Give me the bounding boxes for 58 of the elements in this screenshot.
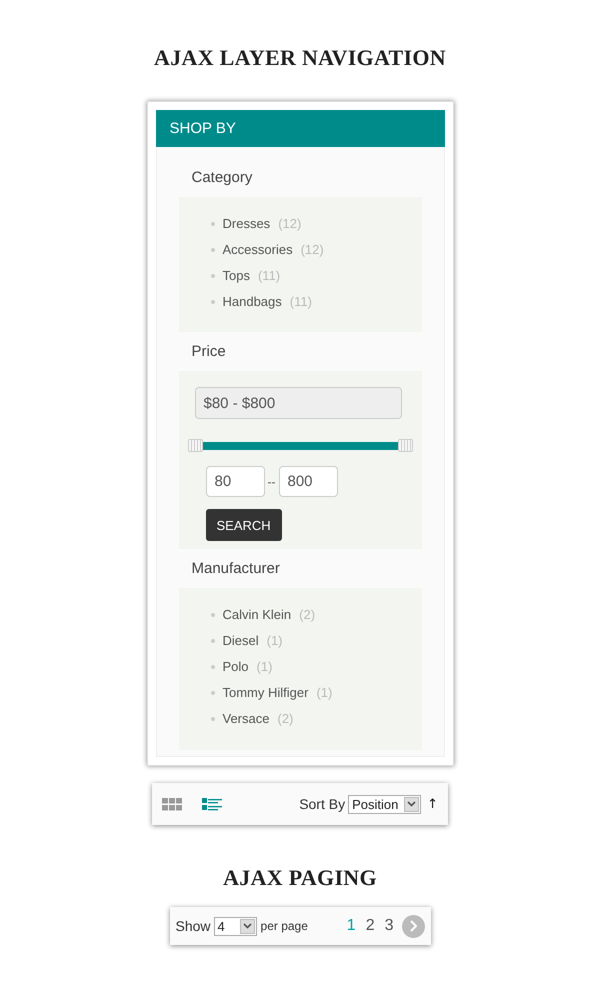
filter-link[interactable]: Tops bbox=[222, 268, 250, 283]
caret-icon bbox=[407, 801, 416, 807]
grid-view-icon bbox=[162, 798, 182, 810]
bullet-icon bbox=[210, 274, 214, 278]
slider-handle[interactable] bbox=[188, 439, 202, 452]
section-title: Price bbox=[190, 342, 227, 362]
price-slider[interactable] bbox=[188, 439, 412, 452]
page-heading: AJAX LAYER NAVIGATION bbox=[154, 45, 446, 71]
sort-select[interactable]: Position bbox=[348, 794, 422, 814]
sort-direction-button[interactable]: ↑ bbox=[427, 796, 438, 812]
bullet-icon bbox=[210, 716, 214, 720]
search-button[interactable]: SEARCH bbox=[206, 509, 282, 541]
filter-link[interactable]: Accessories bbox=[222, 242, 293, 257]
item-count: (11) bbox=[258, 268, 280, 283]
list-view-icon bbox=[202, 798, 222, 810]
section-title: Category bbox=[190, 168, 254, 188]
chevron-right-icon bbox=[409, 920, 417, 932]
item-count: (12) bbox=[300, 242, 324, 257]
bullet-icon bbox=[210, 690, 214, 694]
filter-link[interactable]: Calvin Klein bbox=[222, 607, 292, 622]
bullet-icon bbox=[210, 300, 214, 304]
page-link[interactable]: 2 bbox=[366, 917, 375, 935]
filter-link[interactable]: Handbags bbox=[222, 294, 282, 309]
filter-link[interactable]: Tommy Hilfiger bbox=[222, 685, 308, 700]
filter-link[interactable]: Polo bbox=[222, 659, 249, 674]
dropdown-button[interactable] bbox=[404, 796, 420, 812]
bullet-icon bbox=[210, 222, 214, 226]
sort-label: Sort By bbox=[299, 796, 346, 812]
caret-icon bbox=[242, 923, 252, 929]
bullet-icon bbox=[210, 638, 214, 642]
page-link[interactable]: 3 bbox=[384, 917, 394, 935]
panel-header: SHOP BY bbox=[156, 110, 444, 147]
filter-link[interactable]: Versace bbox=[222, 711, 270, 726]
bullet-icon bbox=[210, 664, 214, 668]
item-count: (1) bbox=[256, 659, 272, 674]
dropdown-button[interactable] bbox=[240, 918, 255, 934]
section-heading: AJAX PAGING bbox=[223, 865, 377, 891]
view-mode-button[interactable] bbox=[162, 798, 182, 810]
range-separator: -- bbox=[268, 474, 276, 488]
item-count: (11) bbox=[290, 294, 312, 309]
item-count: (1) bbox=[316, 685, 332, 700]
min-price-input[interactable]: 80 bbox=[206, 466, 264, 497]
price-range-display: $80 - $800 bbox=[194, 387, 402, 419]
item-count: (2) bbox=[277, 711, 294, 726]
section-title: Manufacturer bbox=[190, 559, 281, 579]
item-count: (2) bbox=[299, 607, 316, 622]
per-page-label: per page bbox=[260, 919, 308, 933]
bullet-icon bbox=[210, 248, 214, 252]
filter-link[interactable]: Dresses bbox=[222, 216, 270, 231]
view-mode-button[interactable] bbox=[202, 798, 222, 810]
filter-link[interactable]: Diesel bbox=[222, 633, 259, 648]
bullet-icon bbox=[210, 612, 214, 616]
per-page-select[interactable]: 4 bbox=[214, 916, 257, 936]
max-price-input[interactable]: 800 bbox=[278, 466, 338, 497]
show-label: Show bbox=[176, 918, 211, 934]
item-count: (1) bbox=[266, 633, 283, 648]
item-count: (12) bbox=[278, 216, 302, 231]
slider-handle[interactable] bbox=[398, 439, 412, 452]
